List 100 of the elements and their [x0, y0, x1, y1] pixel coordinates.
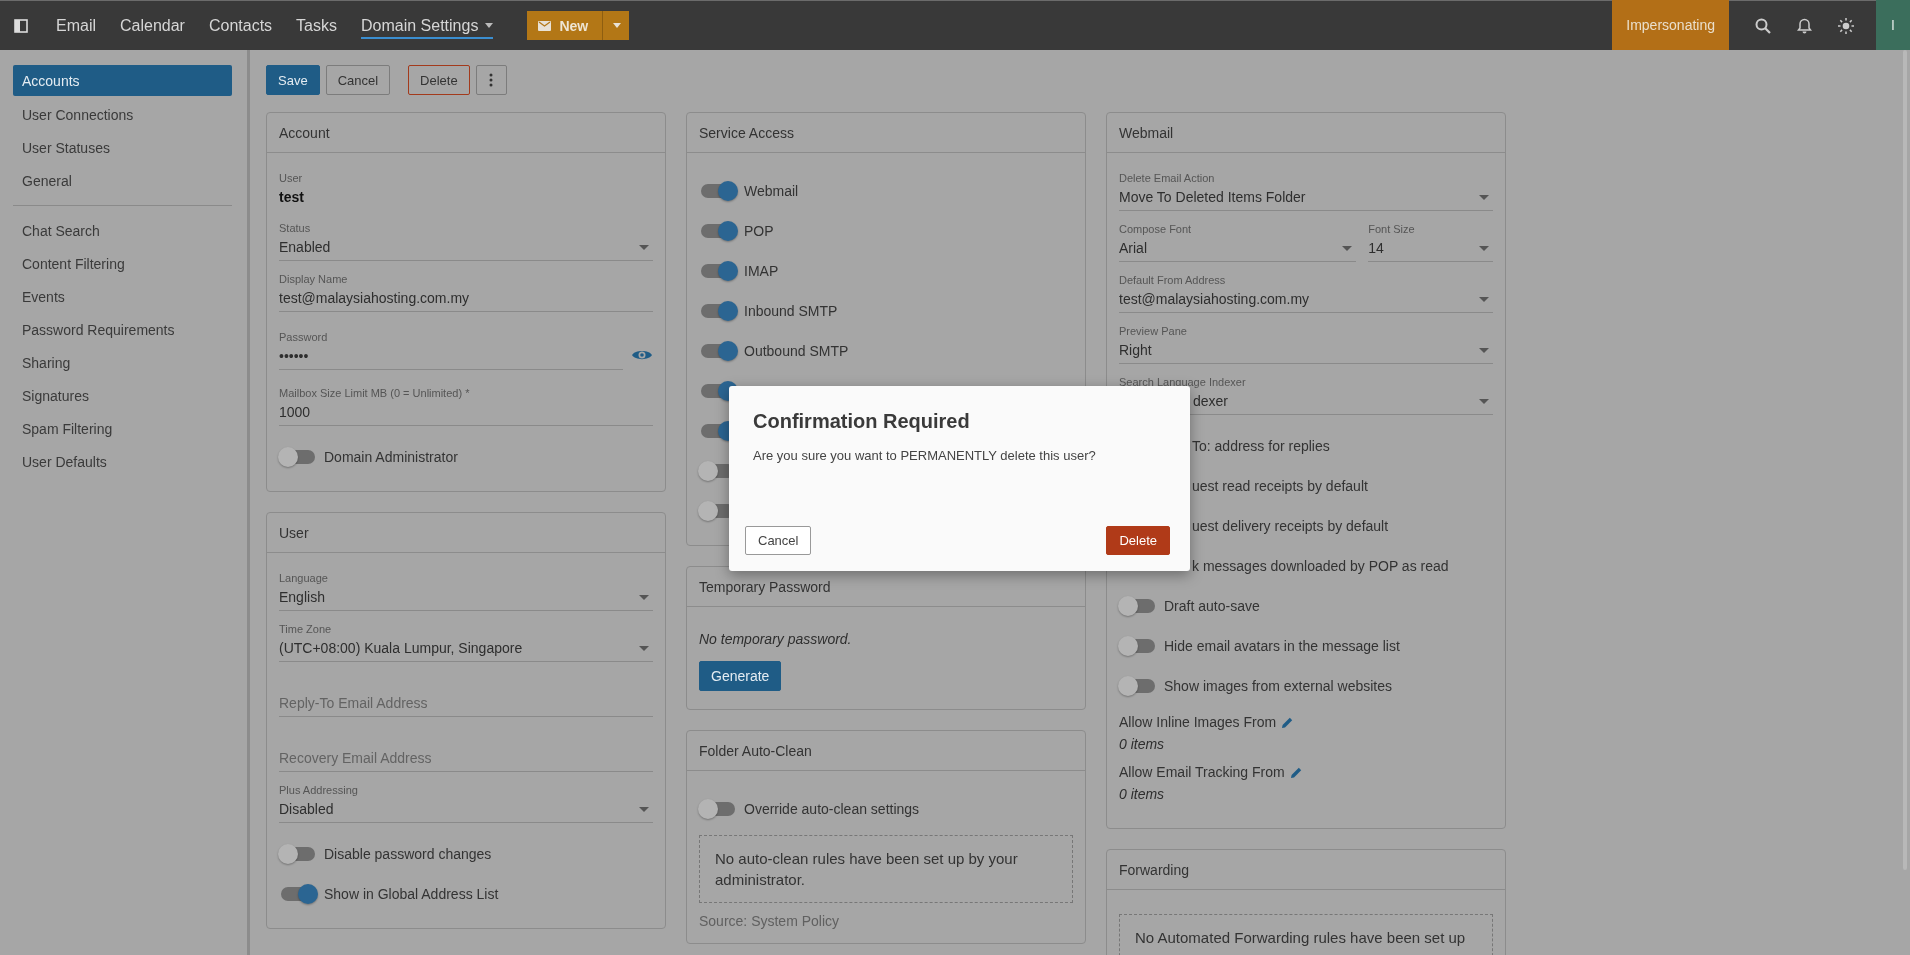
field-label: Preview Pane — [1119, 324, 1188, 338]
user-avatar[interactable]: I — [1876, 0, 1910, 50]
nav-tab[interactable]: Tasks — [296, 12, 337, 39]
toggle-label: Show in Global Address List — [324, 886, 499, 902]
toggle-label: Outbound SMTP — [744, 343, 849, 359]
pencil-icon[interactable] — [1290, 766, 1302, 778]
select-field[interactable]: test@malaysiahosting.com.my — [1119, 287, 1493, 313]
select-field[interactable]: Disabled — [279, 797, 653, 823]
delete-button[interactable]: Delete — [408, 65, 470, 95]
nav-tab[interactable]: Calendar — [120, 12, 185, 39]
sidebar-item[interactable]: Password Requirements — [0, 313, 247, 346]
toggle-switch[interactable] — [281, 887, 315, 901]
card-title: User — [267, 513, 665, 553]
pencil-icon[interactable] — [1282, 716, 1294, 728]
toggle-switch[interactable] — [701, 184, 735, 198]
toggle-switch[interactable] — [281, 450, 315, 464]
input-field[interactable]: Reply-To Email Address — [279, 693, 653, 717]
field-label: Mailbox Size Limit MB (0 = Unlimited) * — [279, 386, 471, 400]
new-label: New — [559, 17, 589, 34]
field-label: Language — [279, 571, 329, 585]
dropdown-arrow-icon — [1479, 195, 1489, 200]
toggle-label: k messages downloaded by POP as read — [1192, 558, 1449, 574]
select-field[interactable]: Arial — [1119, 236, 1357, 262]
select-field[interactable]: 14 — [1368, 236, 1493, 262]
dialog-message: Are you sure you want to PERMANENTLY delete this user? — [753, 448, 1097, 463]
toggle-switch[interactable] — [701, 802, 735, 816]
input-field[interactable]: test@malaysiahosting.com.my — [279, 286, 653, 312]
sidebar-item[interactable]: User Connections — [0, 98, 247, 131]
sidebar-item[interactable]: User Statuses — [0, 131, 247, 164]
select-field[interactable]: (UTC+08:00) Kuala Lumpur, Singapore — [279, 636, 653, 662]
card-title: Service Access — [687, 113, 1085, 153]
input-field[interactable]: Recovery Email Address — [279, 748, 653, 772]
bell-icon[interactable] — [1797, 17, 1812, 34]
field-label: Font Size — [1368, 222, 1416, 236]
toggle-switch[interactable] — [701, 304, 735, 318]
password-field[interactable]: •••••• — [279, 344, 623, 370]
toggle-label: To: address for replies — [1192, 438, 1330, 454]
toggle-switch[interactable] — [701, 344, 735, 358]
toggle-label: Override auto-clean settings — [744, 801, 920, 817]
cancel-button[interactable]: Cancel — [325, 65, 391, 95]
field-label: Plus Addressing — [279, 783, 359, 797]
nav-tab[interactable]: Email — [56, 12, 96, 39]
toggle-label: Inbound SMTP — [744, 303, 838, 319]
eye-icon[interactable] — [631, 348, 653, 362]
cancel-button[interactable]: Cancel — [745, 526, 812, 555]
item-count: 0 items — [1119, 736, 1166, 752]
field-label: Delete Email Action — [1119, 171, 1216, 185]
sidebar-item[interactable]: Content Filtering — [0, 247, 247, 280]
nav-tab[interactable]: Contacts — [208, 12, 273, 39]
item-count: 0 items — [1119, 786, 1166, 802]
more-icon — [489, 73, 494, 87]
toggle-label: Draft auto-save — [1164, 598, 1260, 614]
dropdown-arrow-icon — [1479, 348, 1489, 353]
impersonating-badge: Impersonating — [1612, 0, 1729, 50]
more-button[interactable] — [475, 65, 507, 95]
sidebar-item[interactable]: Spam Filtering — [0, 412, 247, 445]
sidebar-item[interactable]: Sharing — [0, 346, 247, 379]
card-title: Folder Auto-Clean — [687, 731, 1085, 771]
save-button[interactable]: Save — [266, 65, 320, 95]
source-text: Source: System Policy — [699, 913, 841, 929]
sun-icon[interactable] — [1838, 17, 1854, 34]
sidebar-item[interactable]: Accounts — [13, 65, 232, 96]
toggle-switch[interactable] — [701, 264, 735, 278]
field-label: Time Zone — [279, 622, 333, 636]
field-label: Compose Font — [1119, 222, 1193, 236]
field-label: User — [279, 171, 304, 185]
dropdown-arrow-icon — [639, 595, 649, 600]
select-field[interactable]: Right — [1119, 338, 1493, 364]
delete-button[interactable]: Delete — [1106, 526, 1170, 555]
toggle-switch[interactable] — [1121, 599, 1155, 613]
field-label: Display Name — [279, 272, 349, 286]
toggle-label: POP — [744, 223, 774, 239]
card-title: Webmail — [1107, 113, 1505, 153]
toggle-label: uest delivery receipts by default — [1192, 518, 1389, 534]
toggle-label: Hide email avatars in the message list — [1164, 638, 1400, 654]
field-label: Status — [279, 221, 312, 235]
input-field[interactable]: 1000 — [279, 400, 653, 426]
sidebar-item[interactable]: Chat Search — [0, 214, 247, 247]
toggle-switch[interactable] — [701, 224, 735, 238]
caret-icon[interactable] — [613, 23, 622, 28]
sidebar-item[interactable]: Events — [0, 280, 247, 313]
status-text: No temporary password. — [699, 631, 853, 647]
sidebar-item[interactable]: Signatures — [0, 379, 247, 412]
select-field[interactable]: English — [279, 585, 653, 611]
select-field[interactable]: Move To Deleted Items Folder — [1119, 185, 1493, 211]
toggle-switch[interactable] — [281, 847, 315, 861]
sidebar-toggle-icon[interactable] — [14, 18, 28, 33]
toggle-switch[interactable] — [1121, 679, 1155, 693]
sidebar-item[interactable]: General — [0, 164, 247, 197]
sidebar-item[interactable]: User Defaults — [0, 445, 247, 478]
new-button[interactable]: New — [527, 11, 630, 40]
search-icon[interactable] — [1755, 17, 1771, 34]
select-field[interactable]: Enabled — [279, 235, 653, 261]
field-label: Search Language Indexer — [1119, 375, 1247, 389]
generate-button[interactable]: Generate — [699, 661, 782, 691]
list-label: Allow Email Tracking From — [1119, 764, 1285, 780]
toggle-switch[interactable] — [1121, 639, 1155, 653]
dropdown-arrow-icon — [639, 245, 649, 250]
nav-tab[interactable]: Domain Settings — [361, 12, 494, 39]
toggle-label: Disable password changes — [324, 846, 492, 862]
